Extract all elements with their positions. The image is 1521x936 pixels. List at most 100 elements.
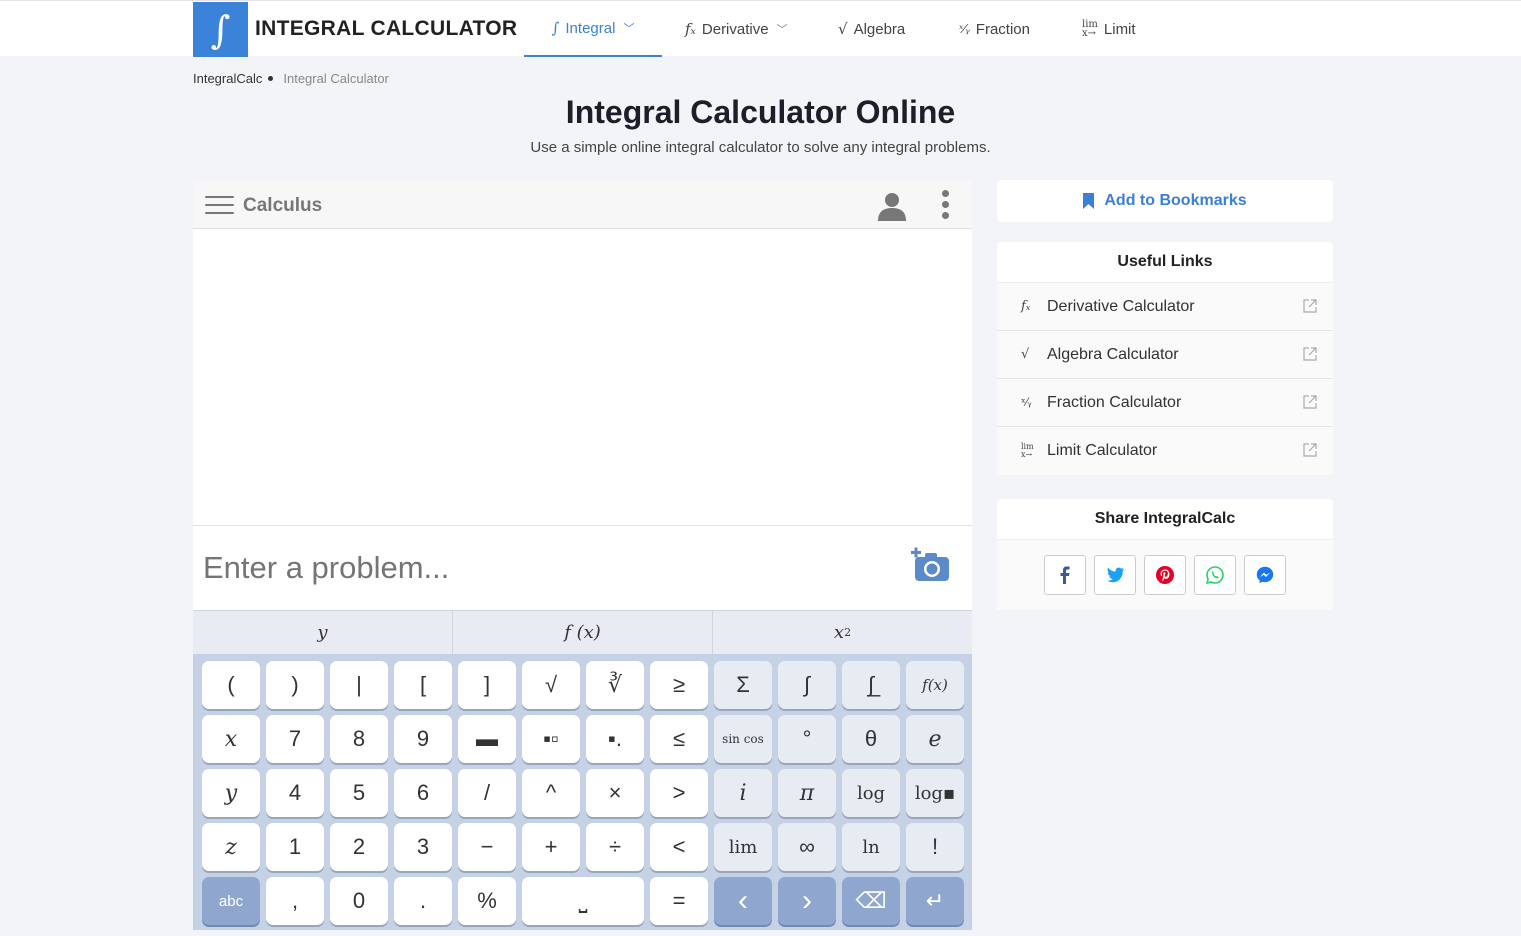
key-right-arrow[interactable]: › (778, 877, 836, 925)
link-limit-calculator[interactable]: lim x→ Limit Calculator (997, 427, 1333, 475)
key-theta[interactable]: θ (842, 715, 900, 763)
key-close-bracket[interactable]: ] (458, 661, 516, 709)
key-enter[interactable]: ↵ (906, 877, 964, 925)
key-caret[interactable]: ^ (522, 769, 580, 817)
nav-algebra[interactable]: √ Algebra (838, 1, 905, 57)
key-abc[interactable]: abc (202, 877, 260, 925)
key-limit[interactable]: lim (714, 823, 772, 871)
key-pi[interactable]: π (778, 769, 836, 817)
key-percent[interactable]: % (458, 877, 516, 925)
breadcrumb-separator (268, 76, 274, 81)
key-left-arrow[interactable]: ‹ (714, 877, 772, 925)
share-title: Share IntegralCalc (997, 499, 1333, 540)
key-geq[interactable]: ≥ (650, 661, 708, 709)
key-minus[interactable]: − (458, 823, 516, 871)
key-ln[interactable]: ln (842, 823, 900, 871)
share-facebook-button[interactable] (1044, 555, 1086, 595)
key-2[interactable]: 2 (330, 823, 388, 871)
site-name[interactable]: INTEGRAL CALCULATOR (255, 17, 517, 41)
key-x[interactable]: x (202, 715, 260, 763)
nav-fraction[interactable]: ˣ⁄ᵧ Fraction (959, 1, 1030, 57)
more-vertical-icon[interactable] (942, 190, 950, 220)
camera-icon[interactable] (911, 547, 951, 583)
nav-integral[interactable]: ∫ Integral ﹀ (524, 1, 662, 57)
key-6[interactable]: 6 (394, 769, 452, 817)
share-messenger-button[interactable] (1244, 555, 1286, 595)
link-fraction-calculator[interactable]: ˣ⁄ᵧ Fraction Calculator (997, 379, 1333, 427)
key-0[interactable]: 0 (330, 877, 388, 925)
nav-derivative[interactable]: 𝑓ₓ Derivative ﹀ (685, 1, 788, 57)
key-comma[interactable]: , (266, 877, 324, 925)
key-1[interactable]: 1 (266, 823, 324, 871)
limit-icon: lim x→ (1021, 442, 1034, 459)
breadcrumb-home[interactable]: IntegralCalc (193, 71, 262, 86)
key-3[interactable]: 3 (394, 823, 452, 871)
key-plus[interactable]: + (522, 823, 580, 871)
key-z[interactable]: z (202, 823, 260, 871)
fraction-icon: ˣ⁄ᵧ (959, 22, 970, 36)
key-trig[interactable]: sin cos (714, 715, 772, 763)
key-5[interactable]: 5 (330, 769, 388, 817)
logo-icon[interactable]: ∫ (193, 2, 248, 57)
key-sum[interactable]: Σ (714, 661, 772, 709)
key-factorial[interactable]: ! (906, 823, 964, 871)
key-fraction[interactable]: ▬ (458, 715, 516, 763)
tab-variables[interactable]: y (193, 611, 453, 654)
problem-input[interactable] (203, 550, 893, 586)
key-dot[interactable]: . (394, 877, 452, 925)
key-open-paren[interactable]: ( (202, 661, 260, 709)
key-close-paren[interactable]: ) (266, 661, 324, 709)
key-lt[interactable]: < (650, 823, 708, 871)
key-gt[interactable]: > (650, 769, 708, 817)
calculator-title: Calculus (243, 195, 323, 216)
key-log[interactable]: log (842, 769, 900, 817)
key-times[interactable]: × (586, 769, 644, 817)
key-divide[interactable]: ÷ (586, 823, 644, 871)
share-whatsapp-button[interactable] (1194, 555, 1236, 595)
link-label: Derivative Calculator (1047, 297, 1195, 315)
derivative-icon: 𝑓ₓ (685, 20, 696, 38)
add-bookmark-button[interactable]: Add to Bookmarks (997, 180, 1333, 222)
sqrt-icon: √ (838, 20, 848, 38)
key-nthroot[interactable]: ∛ (586, 661, 644, 709)
key-definite-integral[interactable]: ∫̲ (842, 661, 900, 709)
key-degree[interactable]: ° (778, 715, 836, 763)
key-log-base[interactable]: log▪ (906, 769, 964, 817)
key-e[interactable]: e (906, 715, 964, 763)
share-twitter-button[interactable] (1094, 555, 1136, 595)
calculator-panel: Calculus y f (x) x2 ( ) | [ ] √ ∛ ≥ Σ ∫ … (193, 180, 972, 930)
key-abs[interactable]: | (330, 661, 388, 709)
link-algebra-calculator[interactable]: √ Algebra Calculator (997, 331, 1333, 379)
key-superscript[interactable]: ▪▫ (522, 715, 580, 763)
user-icon[interactable] (877, 191, 907, 221)
key-open-bracket[interactable]: [ (394, 661, 452, 709)
key-integral[interactable]: ∫ (778, 661, 836, 709)
work-area (193, 229, 972, 526)
key-space[interactable]: ⎵ (522, 877, 644, 925)
key-subscript[interactable]: ▪. (586, 715, 644, 763)
external-link-icon (1303, 299, 1317, 313)
menu-icon[interactable] (205, 196, 234, 214)
key-8[interactable]: 8 (330, 715, 388, 763)
fraction-icon: ˣ⁄ᵧ (1021, 396, 1032, 409)
key-slash[interactable]: / (458, 769, 516, 817)
key-9[interactable]: 9 (394, 715, 452, 763)
tab-functions[interactable]: f (x) (453, 611, 713, 654)
logo-glyph: ∫ (210, 7, 231, 52)
tab-powers[interactable]: x2 (713, 611, 972, 654)
share-pinterest-button[interactable] (1144, 555, 1186, 595)
external-link-icon (1303, 395, 1317, 409)
nav-limit[interactable]: lim x→ Limit (1082, 1, 1136, 57)
key-4[interactable]: 4 (266, 769, 324, 817)
key-backspace[interactable]: ⌫ (842, 877, 900, 925)
key-function[interactable]: f(x) (906, 661, 964, 709)
link-derivative-calculator[interactable]: 𝑓ₓ Derivative Calculator (997, 283, 1333, 331)
key-infinity[interactable]: ∞ (778, 823, 836, 871)
key-y[interactable]: y (202, 769, 260, 817)
key-sqrt[interactable]: √ (522, 661, 580, 709)
derivative-icon: 𝑓ₓ (1021, 299, 1031, 314)
key-i[interactable]: i (714, 769, 772, 817)
key-equals[interactable]: = (650, 877, 708, 925)
key-7[interactable]: 7 (266, 715, 324, 763)
key-leq[interactable]: ≤ (650, 715, 708, 763)
